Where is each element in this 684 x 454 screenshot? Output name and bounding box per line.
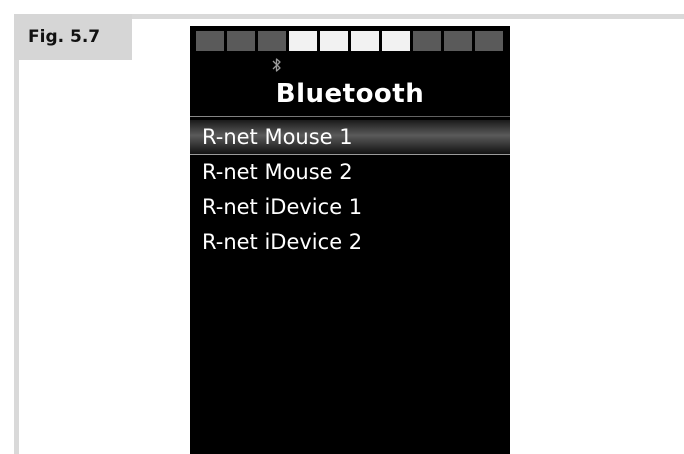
speed-indicator-bar: [196, 31, 503, 51]
menu-item-idevice-1[interactable]: R-net iDevice 1: [190, 190, 510, 225]
speed-segment-9: [444, 31, 472, 51]
bluetooth-device-menu: R-net Mouse 1 R-net Mouse 2 R-net iDevic…: [190, 120, 510, 260]
speed-segment-7: [382, 31, 410, 51]
speed-segment-1: [196, 31, 224, 51]
menu-item-idevice-2[interactable]: R-net iDevice 2: [190, 225, 510, 260]
title-divider: [190, 116, 510, 117]
speed-segment-2: [227, 31, 255, 51]
speed-segment-10: [475, 31, 503, 51]
screen-title: Bluetooth: [275, 79, 425, 109]
menu-item-mouse-1[interactable]: R-net Mouse 1: [190, 120, 510, 155]
menu-item-mouse-2[interactable]: R-net Mouse 2: [190, 155, 510, 190]
speed-segment-4: [289, 31, 317, 51]
figure-label: Fig. 5.7: [14, 14, 132, 60]
frame-left-border: [14, 14, 19, 454]
device-screen: Bluetooth R-net Mouse 1 R-net Mouse 2 R-…: [190, 26, 510, 454]
speed-segment-6: [351, 31, 379, 51]
bluetooth-icon: [272, 58, 281, 72]
speed-segment-5: [320, 31, 348, 51]
figure-frame: Fig. 5.7 Bluetooth R-net Mouse 1 R-net M…: [0, 0, 684, 454]
speed-segment-8: [413, 31, 441, 51]
speed-segment-3: [258, 31, 286, 51]
